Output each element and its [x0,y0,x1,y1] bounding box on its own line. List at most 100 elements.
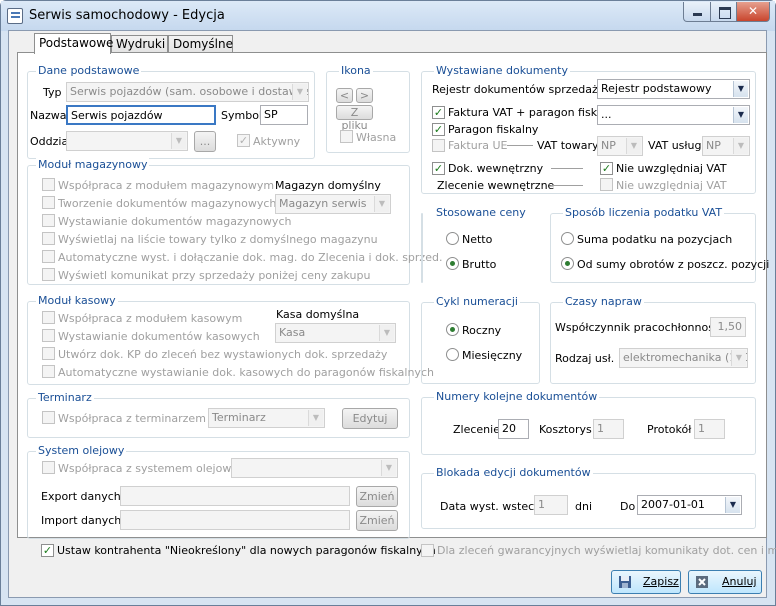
faktura-paragon-checkbox[interactable]: ✓ [432,106,445,119]
netto-label: Netto [462,233,493,246]
kasa-opt-1-checkbox[interactable] [42,311,55,324]
wlasna-checkbox[interactable] [340,130,353,143]
rodzaj-combo[interactable]: elektromechanika (100%)▼ [619,348,748,368]
tab-panel: Dane podstawowe Typ Serwis pojazdów (sam… [17,52,769,539]
group-title: System olejowy [36,444,127,457]
maximize-button[interactable] [710,2,737,22]
gwarancja-checkbox[interactable] [421,544,434,557]
protokol-input[interactable]: 1 [694,419,725,439]
chevron-down-icon: ▼ [626,138,641,154]
faktura-ue-checkbox[interactable] [432,139,445,152]
terminarz-checkbox[interactable] [42,411,55,424]
magazyn-domyslny-combo[interactable]: Magazyn serwis ▼ [275,194,391,214]
mag-opt-4-checkbox[interactable] [42,232,55,245]
kasa-opt-4-checkbox[interactable] [42,365,55,378]
group-title: Wystawiane dokumenty [434,64,570,77]
group-title: Ikona [339,64,373,77]
dok-wew-checkbox[interactable]: ✓ [432,162,445,175]
zlecenie-input[interactable]: 20 [498,419,529,439]
paragon-label: Paragon fiskalny [448,123,539,136]
icon-next-button[interactable]: > [356,88,373,103]
do-value: 2007-01-01 [641,498,705,511]
z-pliku-button[interactable]: Z pliku [336,105,373,132]
wspolczynnik-input[interactable]: 1,50 [710,317,746,337]
zapisz-button[interactable]: Zapisz [611,570,681,594]
icon-prev-button[interactable]: < [336,88,353,103]
faktura-paragon-combo[interactable]: ... ▼ [597,105,750,125]
chevron-down-icon: ▼ [725,497,740,513]
olej-label: Współpraca z systemem olejowym [58,462,249,475]
close-button[interactable]: ✕ [736,2,770,22]
kasa-opt-2-label: Wystawianie dokumentów kasowych [58,330,260,343]
oddzial-combo[interactable]: ▼ [66,131,188,151]
roczny-radio[interactable] [446,323,459,336]
data-wstecz-input[interactable]: 1 [534,495,568,515]
terminarz-combo[interactable]: Terminarz ▼ [208,408,325,428]
edytuj-button[interactable]: Edytuj [342,408,398,429]
anuluj-button[interactable]: Anuluj [688,570,762,594]
kasa-opt-3-checkbox[interactable] [42,347,55,360]
brutto-radio[interactable] [446,257,459,270]
suma-vat-radio[interactable] [561,232,574,245]
group-title: Blokada edycji dokumentów [434,466,593,479]
mag-opt-1-checkbox[interactable] [42,178,55,191]
nie-vat-label: Nie uwzględniaj VAT [616,162,727,175]
typ-label: Typ [43,86,62,99]
group-title: Moduł magazynowy [36,158,150,171]
nazwa-input[interactable]: Serwis pojazdów [66,105,216,125]
dok-wew-label: Dok. wewnętrzny [448,162,544,175]
anuluj-label: Anuluj [722,575,757,588]
nie-vat-checkbox[interactable]: ✓ [600,162,613,175]
mag-opt-4-label: Wyświetlaj na liście towary tylko z domy… [58,233,378,246]
do-date-picker[interactable]: 2007-01-01 ▼ [637,495,742,515]
vat-uslugi-combo[interactable]: NP ▼ [702,136,750,156]
symbol-input[interactable]: SP [260,105,308,125]
miesieczny-radio[interactable] [446,348,459,361]
rejestr-combo[interactable]: Rejestr podstawowy ▼ [597,79,750,99]
olej-checkbox[interactable] [42,461,55,474]
vat-towary-combo[interactable]: NP ▼ [597,136,643,156]
mag-opt-5-checkbox[interactable] [42,250,55,263]
tab-wydruki[interactable]: Wydruki [111,35,168,53]
export-input[interactable] [120,486,350,506]
data-wstecz-label: Data wyst. wstecz [440,500,540,513]
group-sposob-vat: Sposób liczenia podatku VAT [550,206,756,283]
import-input[interactable] [120,510,350,530]
tab-domyslne[interactable]: Domyślne [168,35,233,53]
export-zmien-button[interactable]: Zmień [356,486,398,507]
mag-opt-3-checkbox[interactable] [42,214,55,227]
import-zmien-button[interactable]: Zmień [356,510,398,531]
roczny-label: Roczny [462,324,502,337]
chevron-down-icon: ▼ [308,410,323,426]
netto-radio[interactable] [446,232,459,245]
typ-combo[interactable]: Serwis pojazdów (sam. osobowe i dostawcz… [66,82,309,102]
nie-vat2-checkbox[interactable] [600,178,613,191]
suma-vat-label: Suma podatku na pozycjach [577,233,733,246]
group-title: Stosowane ceny [434,206,528,219]
kasa-opt-2-checkbox[interactable] [42,329,55,342]
od-sumy-radio[interactable] [561,257,574,270]
aktywny-checkbox[interactable]: ✓ [237,134,250,147]
tab-podstawowe[interactable]: Podstawowe [34,33,113,54]
kosztorys-input[interactable]: 1 [593,419,624,439]
group-title: Sposób liczenia podatku VAT [563,206,725,219]
kasa-domyslna-combo[interactable]: Kasa ▼ [275,323,396,343]
ustaw-kontrahenta-checkbox[interactable]: ✓ [41,544,54,557]
terminarz-label: Współpraca z terminarzem [58,412,206,425]
mag-opt-6-checkbox[interactable] [42,268,55,281]
mag-opt-3-label: Wystawianie dokumentów magazynowych [58,215,292,228]
cancel-icon [696,576,708,588]
title-bar[interactable]: Serwis samochodowy - Edycja ✕ [1,1,775,31]
minimize-button[interactable] [683,2,711,22]
paragon-checkbox[interactable]: ✓ [432,123,445,136]
olej-combo[interactable]: ▼ [231,458,398,478]
dni-label: dni [575,500,593,513]
kasa-opt-4-label: Automatyczne wystawianie dok. kasowych d… [58,366,434,379]
magazyn-domyslny-label: Magazyn domyślny [275,179,381,192]
ustaw-kontrahenta-label: Ustaw kontrahenta "Nieokreślony" dla now… [57,544,436,557]
mag-opt-2-checkbox[interactable] [42,196,55,209]
oddzial-browse-button[interactable]: ... [194,131,216,152]
faktura-paragon-value: ... [601,108,612,121]
rodzaj-label: Rodzaj usł. [555,352,615,365]
zlec-wew-label: Zlecenie wewnętrzne [437,179,555,192]
